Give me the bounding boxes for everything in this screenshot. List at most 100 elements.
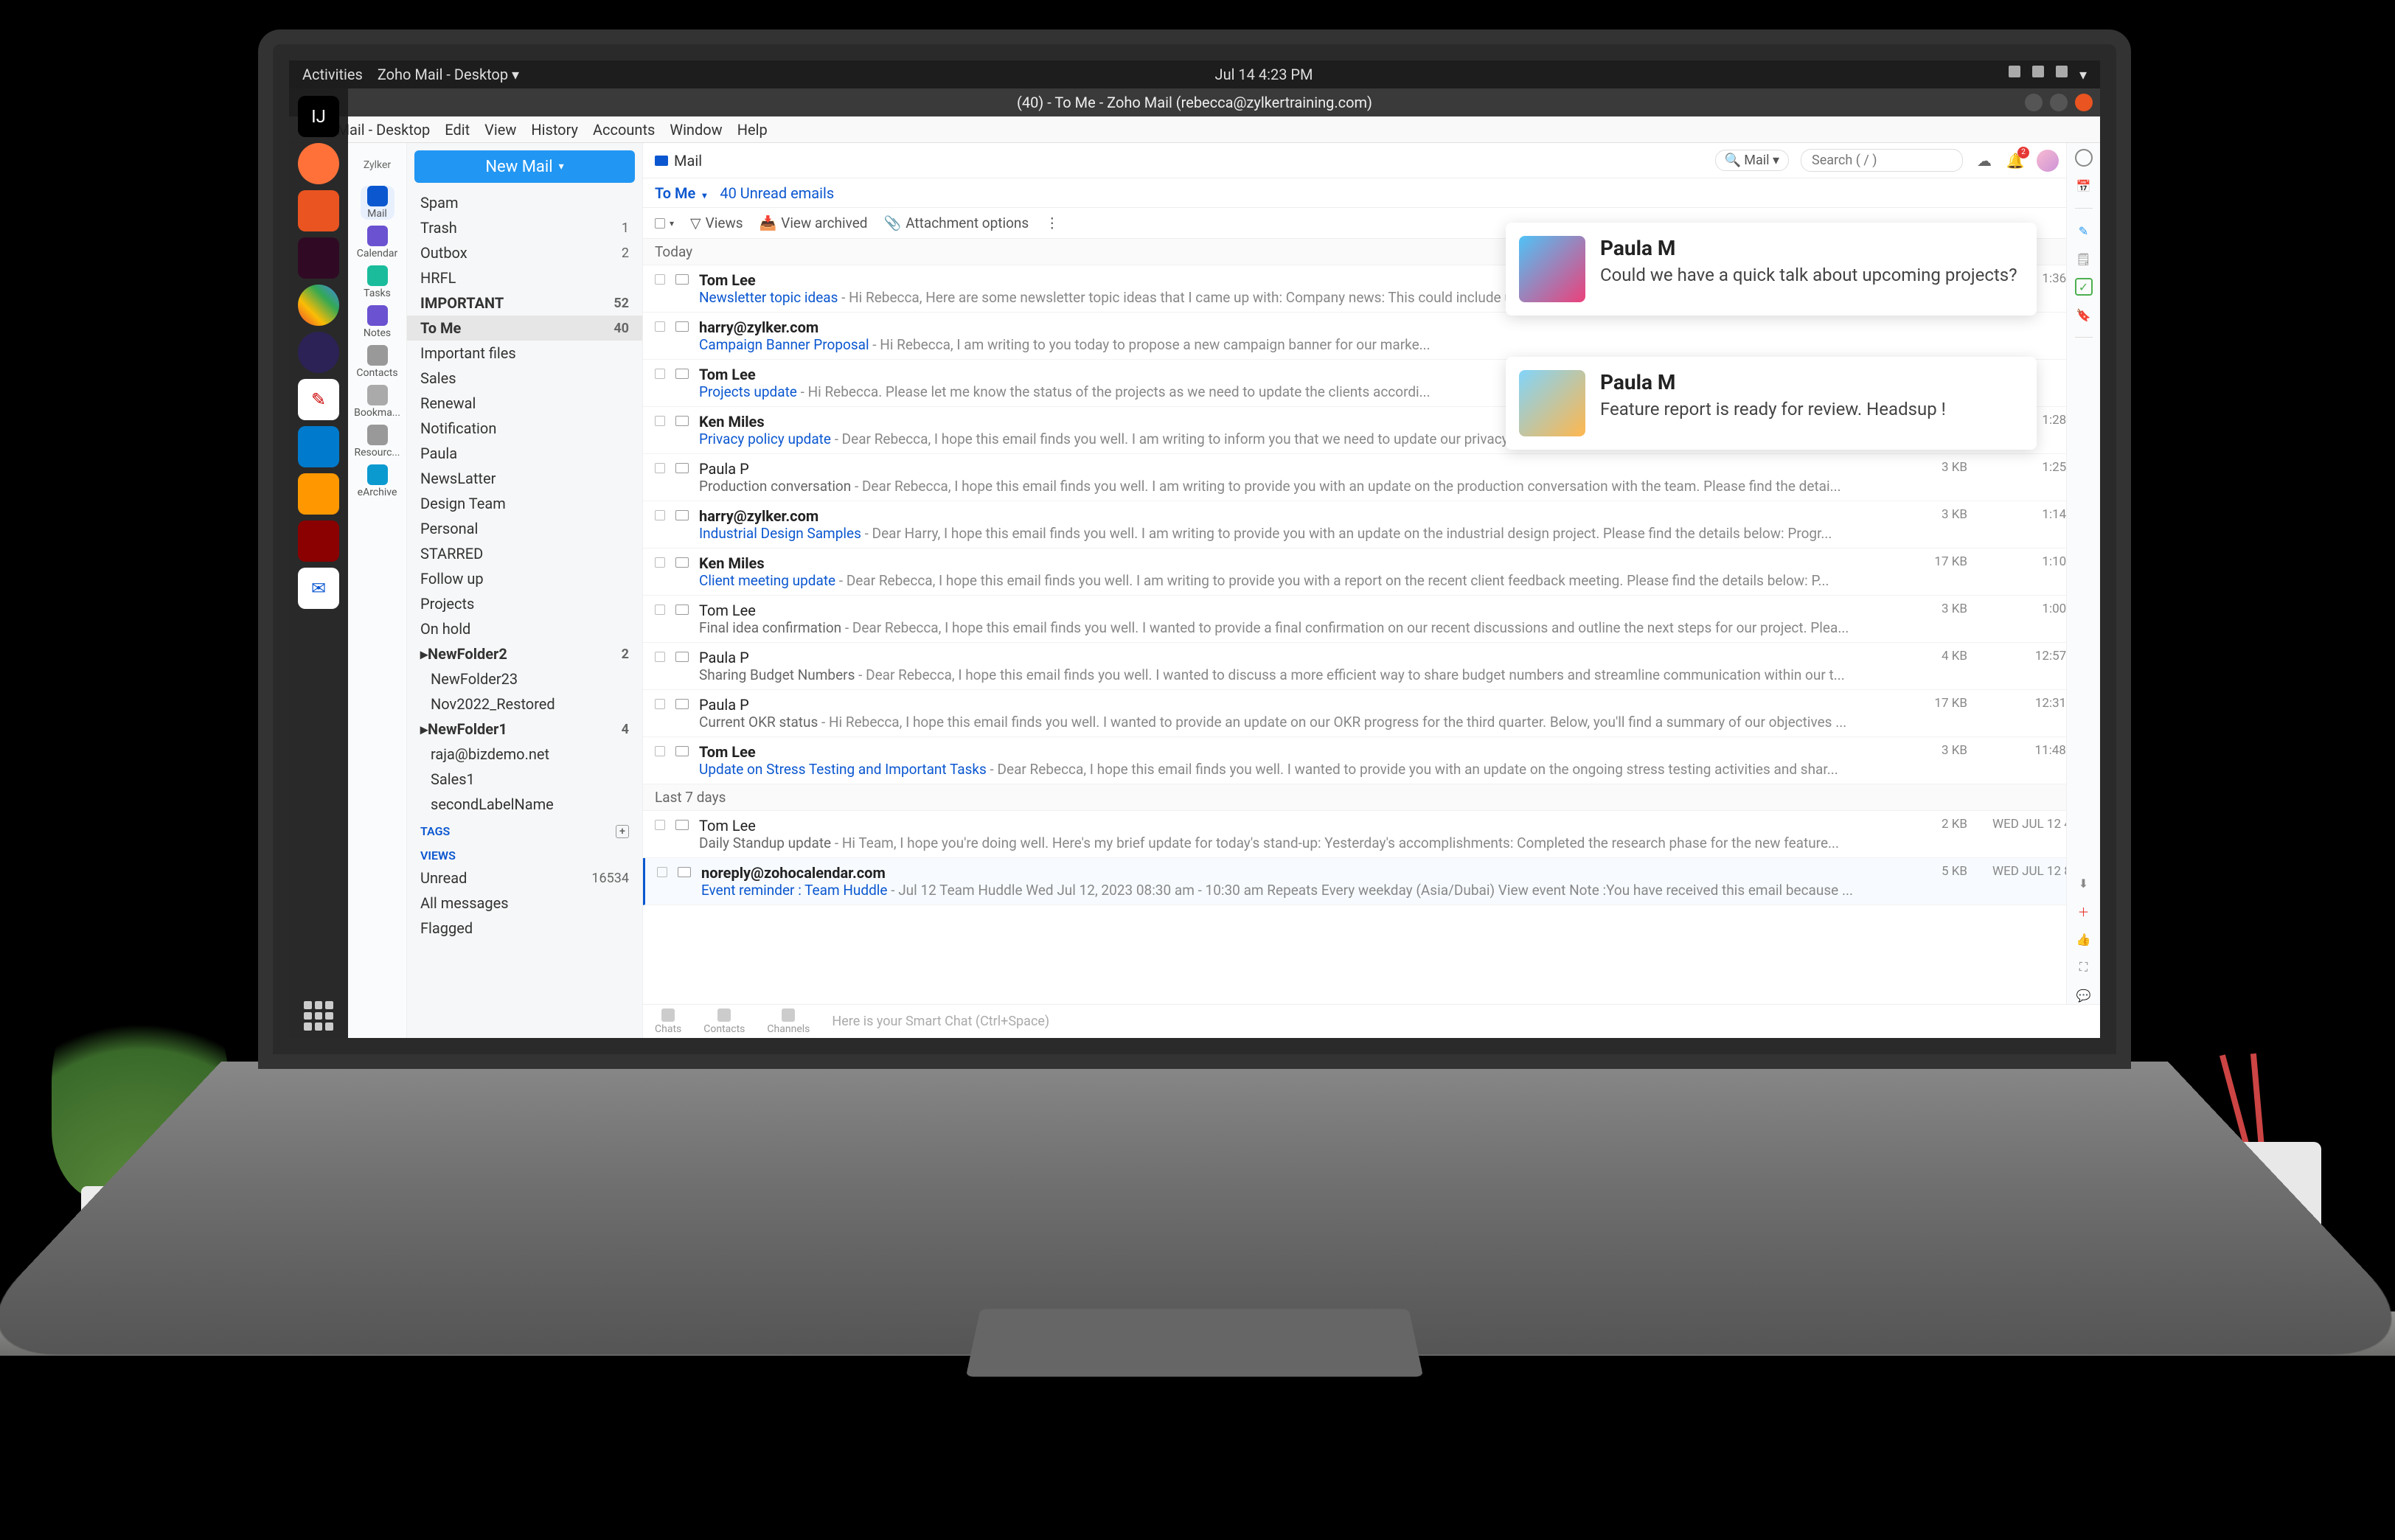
activities-button[interactable]: Activities [302,66,363,83]
rail-resources[interactable]: Resourc... [361,425,394,459]
window-titlebar[interactable]: (40) - To Me - Zoho Mail (rebecca@zylker… [289,88,2100,116]
notification-toast[interactable]: Paula M Could we have a quick talk about… [1506,223,2037,316]
calendar-icon[interactable]: 📅 [2075,177,2093,195]
bottom-tab-channels[interactable]: Channels [767,1008,810,1035]
settings-icon[interactable] [2075,149,2093,167]
chevron-down-icon[interactable]: ▾ [2079,66,2087,83]
folder-item[interactable]: HRFL [407,265,642,290]
new-mail-button[interactable]: New Mail▾ [414,150,635,183]
rail-earchive[interactable]: eArchive [361,464,394,498]
folder-item[interactable]: Sales [407,366,642,391]
more-options-icon[interactable]: ⋮ [1045,215,1059,231]
dock-mail-icon[interactable]: ✉ [298,568,339,609]
network-icon[interactable] [2009,66,2020,77]
mail-tab[interactable]: Mail [655,152,702,170]
tags-section-header[interactable]: TAGS+ [407,817,642,841]
row-checkbox[interactable] [655,274,665,285]
rail-mail[interactable]: Mail [361,186,394,220]
folder-item[interactable]: NewsLatter [407,466,642,491]
dock-firefox-icon[interactable] [298,143,339,184]
message-row[interactable]: Paula PCurrent OKR status - Hi Rebecca, … [643,690,2100,737]
bottom-tab-contacts[interactable]: Contacts [703,1008,745,1035]
search-input[interactable] [1801,149,1963,172]
folder-item[interactable]: IMPORTANT52 [407,290,642,316]
row-checkbox[interactable] [655,416,665,426]
user-avatar[interactable] [2037,150,2059,172]
view-item[interactable]: Unread16534 [407,865,642,891]
message-row[interactable]: noreply@zohocalendar.comEvent reminder :… [643,858,2100,905]
search-scope-chip[interactable]: 🔍 Mail ▾ [1715,150,1789,171]
views-section-header[interactable]: VIEWS [407,841,642,865]
folder-item[interactable]: Important files [407,341,642,366]
attachment-options[interactable]: 📎 Attachment options [884,215,1029,231]
row-checkbox[interactable] [657,867,667,877]
dock-vscode-icon[interactable] [298,426,339,467]
dock-eclipse-icon[interactable] [298,332,339,373]
folder-item[interactable]: raja@bizdemo.net [407,742,642,767]
dock-chrome-icon[interactable] [298,285,339,326]
dock-show-apps-icon[interactable] [304,1001,333,1031]
view-archived[interactable]: 📥 View archived [759,215,868,231]
dock-terminal-icon[interactable] [298,237,339,279]
folder-item[interactable]: Spam [407,190,642,215]
folder-item[interactable]: Trash1 [407,215,642,240]
folder-item[interactable]: Nov2022_Restored [407,691,642,717]
bookmark-icon[interactable]: 🔖 [2075,306,2093,324]
message-list[interactable]: TodayTom LeeNewsletter topic ideas - Hi … [643,239,2100,1004]
rail-contacts[interactable]: Contacts [361,345,394,379]
app-indicator[interactable]: Zoho Mail - Desktop ▾ [378,66,519,83]
clock[interactable]: Jul 14 4:23 PM [519,66,2009,83]
folder-item[interactable]: Renewal [407,391,642,416]
row-checkbox[interactable] [655,604,665,615]
row-checkbox[interactable] [655,369,665,379]
folder-item[interactable]: NewFolder23 [407,666,642,691]
window-minimize[interactable] [2025,94,2043,111]
menu-edit[interactable]: Edit [445,121,470,139]
message-row[interactable]: Tom LeeDaily Standup update - Hi Team, I… [643,811,2100,858]
message-row[interactable]: harry@zylker.comCampaign Banner Proposal… [643,313,2100,360]
message-row[interactable]: Paula PSharing Budget Numbers - Dear Reb… [643,643,2100,690]
folder-item[interactable]: Outbox2 [407,240,642,265]
current-folder-tab[interactable]: To Me ▾ [655,184,706,202]
row-checkbox[interactable] [655,746,665,756]
unread-count-link[interactable]: 40 Unread emails [720,184,834,202]
plus-icon[interactable]: ＋ [2075,902,2093,920]
note-icon[interactable]: 🗒 [2075,250,2093,268]
folder-item[interactable]: STARRED [407,541,642,566]
row-checkbox[interactable] [655,463,665,473]
folder-item[interactable]: Follow up [407,566,642,591]
folder-item[interactable]: Design Team [407,491,642,516]
menu-view[interactable]: View [484,121,516,139]
status-area[interactable]: ▾ [2009,66,2087,83]
row-checkbox[interactable] [655,820,665,830]
rail-calendar[interactable]: Calendar [361,226,394,259]
menu-window[interactable]: Window [670,121,722,139]
row-checkbox[interactable] [655,510,665,520]
power-icon[interactable] [2056,66,2068,77]
smart-chat-input[interactable]: Here is your Smart Chat (Ctrl+Space) [832,1014,2088,1029]
expand-icon[interactable]: ⛶ [2075,958,2093,976]
folder-item[interactable]: ▸ NewFolder22 [407,641,642,666]
message-row[interactable]: Ken MilesClient meeting update - Dear Re… [643,548,2100,596]
dock-app-icon[interactable] [298,473,339,515]
download-icon[interactable]: ⬇ [2075,874,2093,892]
folder-item[interactable]: To Me40 [407,316,642,341]
org-logo[interactable]: Zylker [355,150,400,180]
dock-vpn-icon[interactable] [298,520,339,562]
message-row[interactable]: Tom LeeUpdate on Stress Testing and Impo… [643,737,2100,784]
message-row[interactable]: Tom LeeFinal idea confirmation - Dear Re… [643,596,2100,643]
folder-item[interactable]: Notification [407,416,642,441]
dock-intellij-icon[interactable]: IJ [298,96,339,137]
folder-item[interactable]: Projects [407,591,642,616]
folder-item[interactable]: Sales1 [407,767,642,792]
row-checkbox[interactable] [655,557,665,568]
folder-item[interactable]: Personal [407,516,642,541]
folder-item[interactable]: secondLabelName [407,792,642,817]
volume-icon[interactable] [2032,66,2044,77]
folder-item[interactable]: ▸ NewFolder14 [407,717,642,742]
folder-item[interactable]: On hold [407,616,642,641]
message-row[interactable]: harry@zylker.comIndustrial Design Sample… [643,501,2100,548]
menu-history[interactable]: History [531,121,578,139]
window-maximize[interactable] [2050,94,2068,111]
chat-icon[interactable]: 💬 [2075,986,2093,1004]
